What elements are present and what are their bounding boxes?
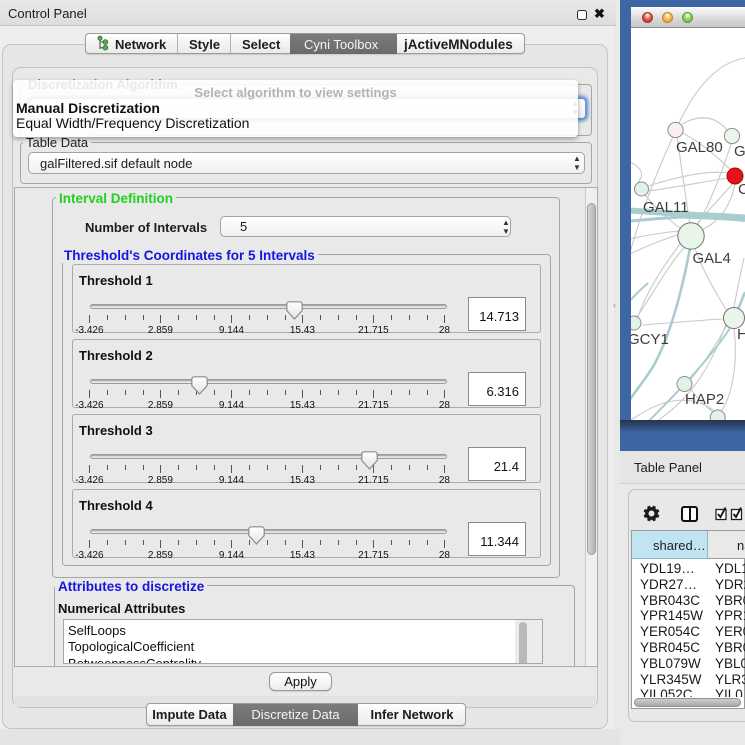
svg-text:GAL4: GAL4	[693, 250, 731, 267]
svg-text:GCY1: GCY1	[631, 331, 669, 348]
svg-text:GA: GA	[734, 143, 745, 160]
svg-text:GAL80: GAL80	[676, 139, 723, 156]
svg-text:GAL11: GAL11	[643, 199, 689, 216]
svg-text:H: H	[737, 326, 745, 343]
svg-text:C: C	[738, 181, 745, 198]
svg-text:HAP2: HAP2	[685, 391, 724, 408]
